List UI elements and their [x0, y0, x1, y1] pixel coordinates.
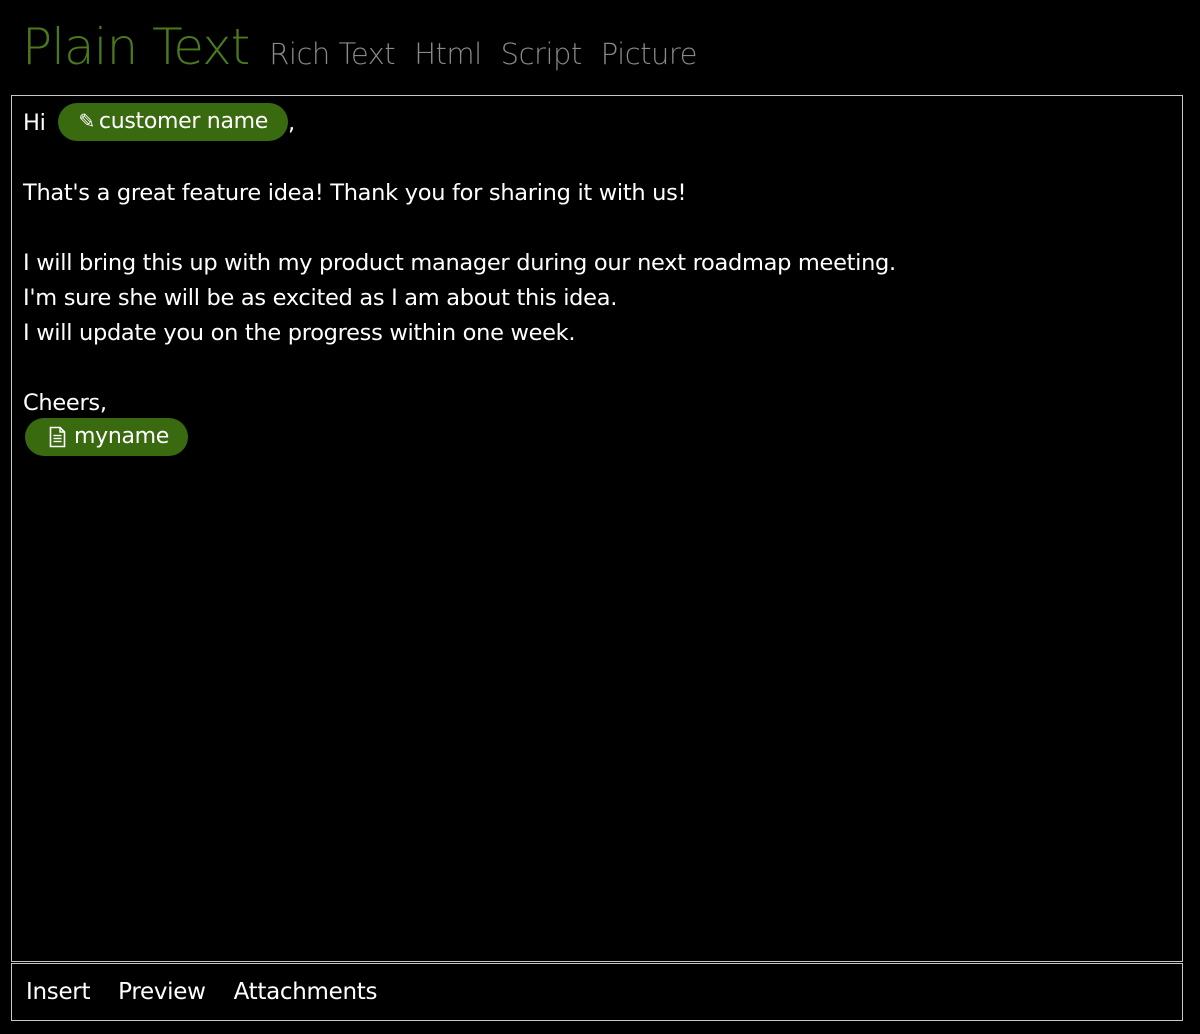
body-line-2: I will bring this up with my product man… — [23, 250, 896, 276]
tab-html[interactable]: Html — [414, 37, 482, 71]
tab-plain-text[interactable]: Plain Text — [22, 18, 250, 76]
signature-line: myname — [23, 417, 1171, 456]
document-icon — [49, 426, 66, 447]
preview-button[interactable]: Preview — [118, 979, 206, 1005]
greeting-text: Hi — [23, 110, 46, 136]
body-line-3: I'm sure she will be as excited as I am … — [23, 285, 618, 311]
pencil-icon: ✎ — [78, 109, 95, 133]
customer-name-token[interactable]: ✎ customer name — [58, 102, 288, 141]
signoff-line: Cheers, — [23, 390, 107, 416]
greeting-line: Hi ✎ customer name , — [23, 102, 1171, 141]
body-line-1: That's a great feature idea! Thank you f… — [23, 180, 687, 206]
tab-script[interactable]: Script — [501, 37, 583, 71]
tab-picture[interactable]: Picture — [601, 37, 698, 71]
format-tabs: Plain Text Rich Text Html Script Picture — [22, 18, 716, 90]
myname-token-label: myname — [74, 424, 170, 449]
bottom-app-bar: Insert Preview Attachments — [11, 963, 1183, 1021]
greeting-comma: , — [288, 110, 295, 136]
myname-token[interactable]: myname — [25, 417, 189, 456]
body-line-4: I will update you on the progress within… — [23, 320, 576, 346]
attachments-button[interactable]: Attachments — [234, 979, 378, 1005]
tab-rich-text[interactable]: Rich Text — [269, 37, 395, 71]
customer-name-token-label: customer name — [98, 109, 268, 134]
insert-button[interactable]: Insert — [26, 979, 90, 1005]
template-editor[interactable]: Hi ✎ customer name , That's a great feat… — [11, 95, 1183, 962]
